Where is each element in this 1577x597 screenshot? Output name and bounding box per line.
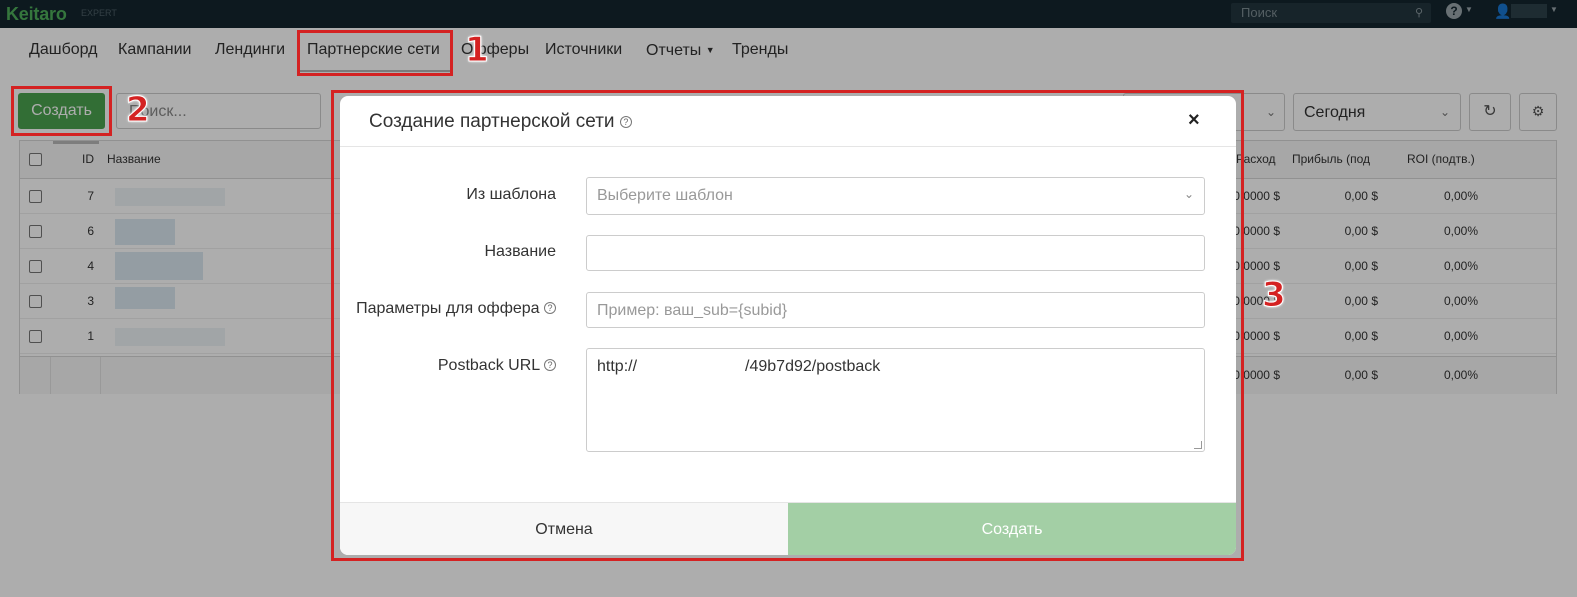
annotation-number-2: 2 <box>126 90 151 130</box>
annotation-number-1: 1 <box>465 30 490 70</box>
annotation-number-3: 3 <box>1262 275 1287 315</box>
annotation-box-2 <box>11 86 112 136</box>
annotation-box-3 <box>331 90 1244 561</box>
annotation-box-1 <box>297 30 453 76</box>
